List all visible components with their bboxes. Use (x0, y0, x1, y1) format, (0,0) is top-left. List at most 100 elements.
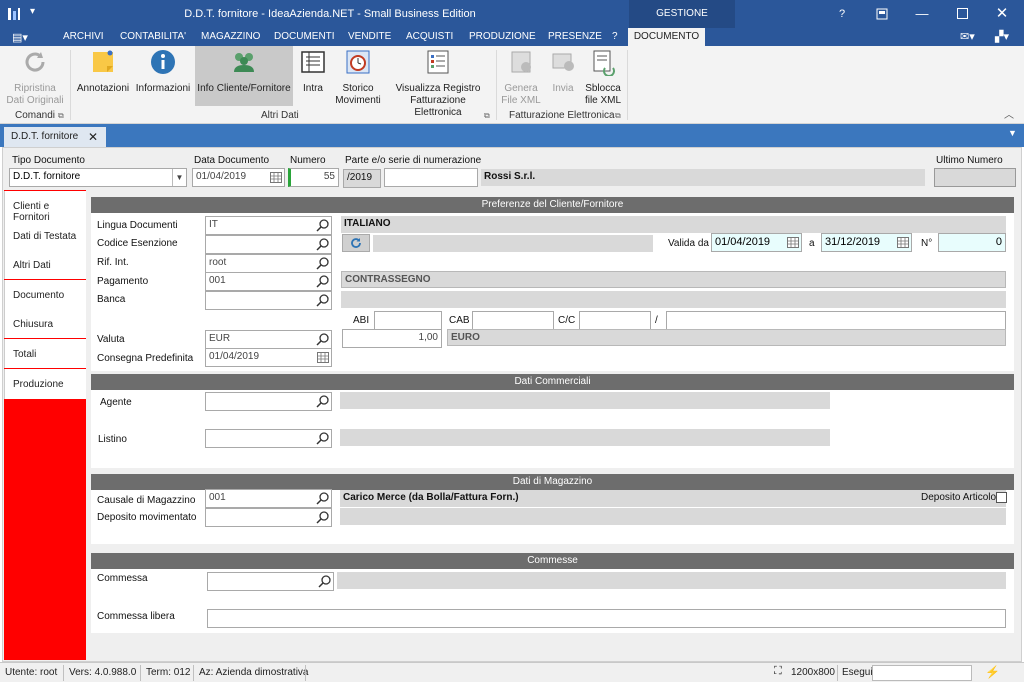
cambio-input[interactable]: 1,00 (342, 329, 442, 348)
search-icon[interactable] (318, 575, 331, 588)
serie-input[interactable] (384, 168, 478, 187)
restore-layout-icon[interactable] (862, 0, 902, 28)
search-icon[interactable] (316, 395, 329, 408)
valida-da-input[interactable]: 01/04/2019 (711, 233, 802, 252)
nav-altri-dati[interactable]: Altri Dati (4, 250, 86, 279)
close-icon[interactable]: ✕ (982, 0, 1022, 28)
esegui-input[interactable] (872, 665, 972, 681)
nav-dati-testata[interactable]: Dati di Testata (4, 221, 86, 250)
intra-button[interactable]: Intra (296, 48, 330, 95)
refresh-esenzione-button[interactable] (342, 234, 370, 252)
deposito-articolo-checkbox[interactable] (996, 492, 1007, 503)
dialog-launcher-icon[interactable]: ⧉ (58, 111, 64, 121)
file-menu-icon[interactable]: ▤▾ (12, 31, 28, 44)
valuta-label: Valuta (97, 334, 125, 345)
annotazioni-button[interactable]: Annotazioni (76, 48, 130, 95)
fullscreen-icon[interactable]: ⛶ (774, 665, 782, 678)
dialog-launcher-icon[interactable]: ⧉ (484, 111, 490, 121)
search-icon[interactable] (316, 492, 329, 505)
nav-produzione[interactable]: Produzione (4, 369, 86, 399)
visualizza-registro-button[interactable]: Visualizza Registro Fatturazione Elettro… (386, 48, 490, 119)
invia-button[interactable]: Invia (546, 48, 580, 95)
tab-ddt-fornitore[interactable]: D.D.T. fornitore ✕ (4, 127, 106, 147)
genera-xml-button[interactable]: Genera File XML (500, 48, 542, 107)
menu-produzione[interactable]: PRODUZIONE (469, 31, 536, 42)
ultimo-numero-label: Ultimo Numero (936, 155, 1003, 166)
menu-acquisti[interactable]: ACQUISTI (406, 31, 453, 42)
cab-input[interactable] (472, 311, 554, 330)
informazioni-button[interactable]: Informazioni (134, 48, 192, 95)
search-icon[interactable] (316, 294, 329, 307)
menu-bar: ▤▾ ARCHIVI CONTABILITA' MAGAZZINO DOCUME… (0, 28, 1024, 46)
search-icon[interactable] (316, 219, 329, 232)
contextual-tab-header: GESTIONE DOCUMENTI (629, 0, 735, 47)
banca-input[interactable] (205, 291, 332, 310)
maximize-icon[interactable] (942, 0, 982, 28)
nav-chiusura[interactable]: Chiusura (4, 309, 86, 338)
rif-int-input[interactable]: root (205, 254, 332, 273)
abi-input[interactable] (374, 311, 442, 330)
deposito-label: Deposito movimentato (97, 512, 197, 523)
calendar-icon[interactable] (897, 237, 909, 248)
calendar-icon[interactable] (270, 172, 282, 183)
calendar-icon[interactable] (317, 352, 329, 363)
intra-label: Intra (302, 83, 323, 94)
listino-input[interactable] (205, 429, 332, 448)
valida-a-input[interactable]: 31/12/2019 (821, 233, 912, 252)
commessa-input[interactable] (207, 572, 334, 591)
ripristina-button[interactable]: Ripristina Dati Originali (6, 48, 64, 107)
search-icon[interactable] (316, 432, 329, 445)
windows-icon[interactable]: ▞▾ (995, 30, 1009, 43)
dialog-launcher-icon[interactable]: ⧉ (615, 111, 621, 121)
chevron-down-icon[interactable]: ▼ (172, 169, 186, 186)
search-icon[interactable] (316, 257, 329, 270)
info-cliente-label: Info Cliente/Fornitore (197, 83, 291, 94)
menu-magazzino[interactable]: MAGAZZINO (201, 31, 260, 42)
causale-input[interactable]: 001 (205, 489, 332, 508)
n-input[interactable]: 0 (938, 233, 1006, 252)
search-icon[interactable] (316, 275, 329, 288)
search-icon[interactable] (316, 511, 329, 524)
search-icon[interactable] (316, 238, 329, 251)
refresh-icon (25, 52, 45, 72)
agente-input[interactable] (205, 392, 332, 411)
tab-list-dropdown-icon[interactable]: ▼ (1008, 128, 1017, 138)
nav-totali[interactable]: Totali (4, 339, 86, 368)
cab-label: CAB (449, 315, 470, 326)
menu-vendite[interactable]: VENDITE (348, 31, 391, 42)
consegna-input[interactable]: 01/04/2019 (205, 348, 332, 367)
nav-clienti-fornitori[interactable]: Clienti e Fornitori (4, 191, 86, 223)
close-tab-icon[interactable]: ✕ (88, 130, 98, 144)
minimize-icon[interactable]: — (902, 0, 942, 28)
menu-presenze[interactable]: PRESENZE (548, 31, 602, 42)
deposito-input[interactable] (205, 508, 332, 527)
section-nav: Clienti e Fornitori Dati di Testata Altr… (4, 190, 86, 660)
tipo-documento-select[interactable]: D.D.T. fornitore ▼ (9, 168, 187, 187)
calendar-icon[interactable] (787, 237, 799, 248)
sblocca-xml-button[interactable]: Sblocca file XML (584, 48, 622, 107)
numero-input[interactable]: 55 (288, 168, 339, 187)
cc-input[interactable] (579, 311, 651, 330)
nav-documento[interactable]: Documento (4, 280, 86, 309)
mail-icon[interactable]: ✉▾ (960, 30, 975, 43)
menu-help[interactable]: ? (612, 31, 618, 42)
info-cliente-fornitore-button[interactable]: Info Cliente/Fornitore (195, 46, 293, 106)
help-icon[interactable]: ? (822, 0, 862, 28)
search-icon[interactable] (316, 333, 329, 346)
valuta-input[interactable]: EUR (205, 330, 332, 349)
menu-archivi[interactable]: ARCHIVI (63, 31, 104, 42)
collapse-ribbon-icon[interactable]: ︿ (1004, 106, 1014, 121)
group-fatturazione-label: Fatturazione Elettronica (509, 110, 615, 121)
data-documento-input[interactable]: 01/04/2019 (192, 168, 285, 187)
tab-label: D.D.T. fornitore (11, 131, 79, 142)
cc-suffix-input[interactable] (666, 311, 1006, 330)
menu-documenti[interactable]: DOCUMENTI (274, 31, 335, 42)
lightning-icon[interactable]: ⚡ (985, 665, 1000, 679)
esenzione-input[interactable] (205, 235, 332, 254)
pagamento-input[interactable]: 001 (205, 272, 332, 291)
lingua-input[interactable]: IT (205, 216, 332, 235)
commessa-libera-input[interactable] (207, 609, 1006, 628)
menu-documento[interactable]: DOCUMENTO (628, 28, 705, 46)
menu-contabilita[interactable]: CONTABILITA' (120, 31, 186, 42)
storico-movimenti-button[interactable]: Storico Movimenti (334, 48, 382, 107)
